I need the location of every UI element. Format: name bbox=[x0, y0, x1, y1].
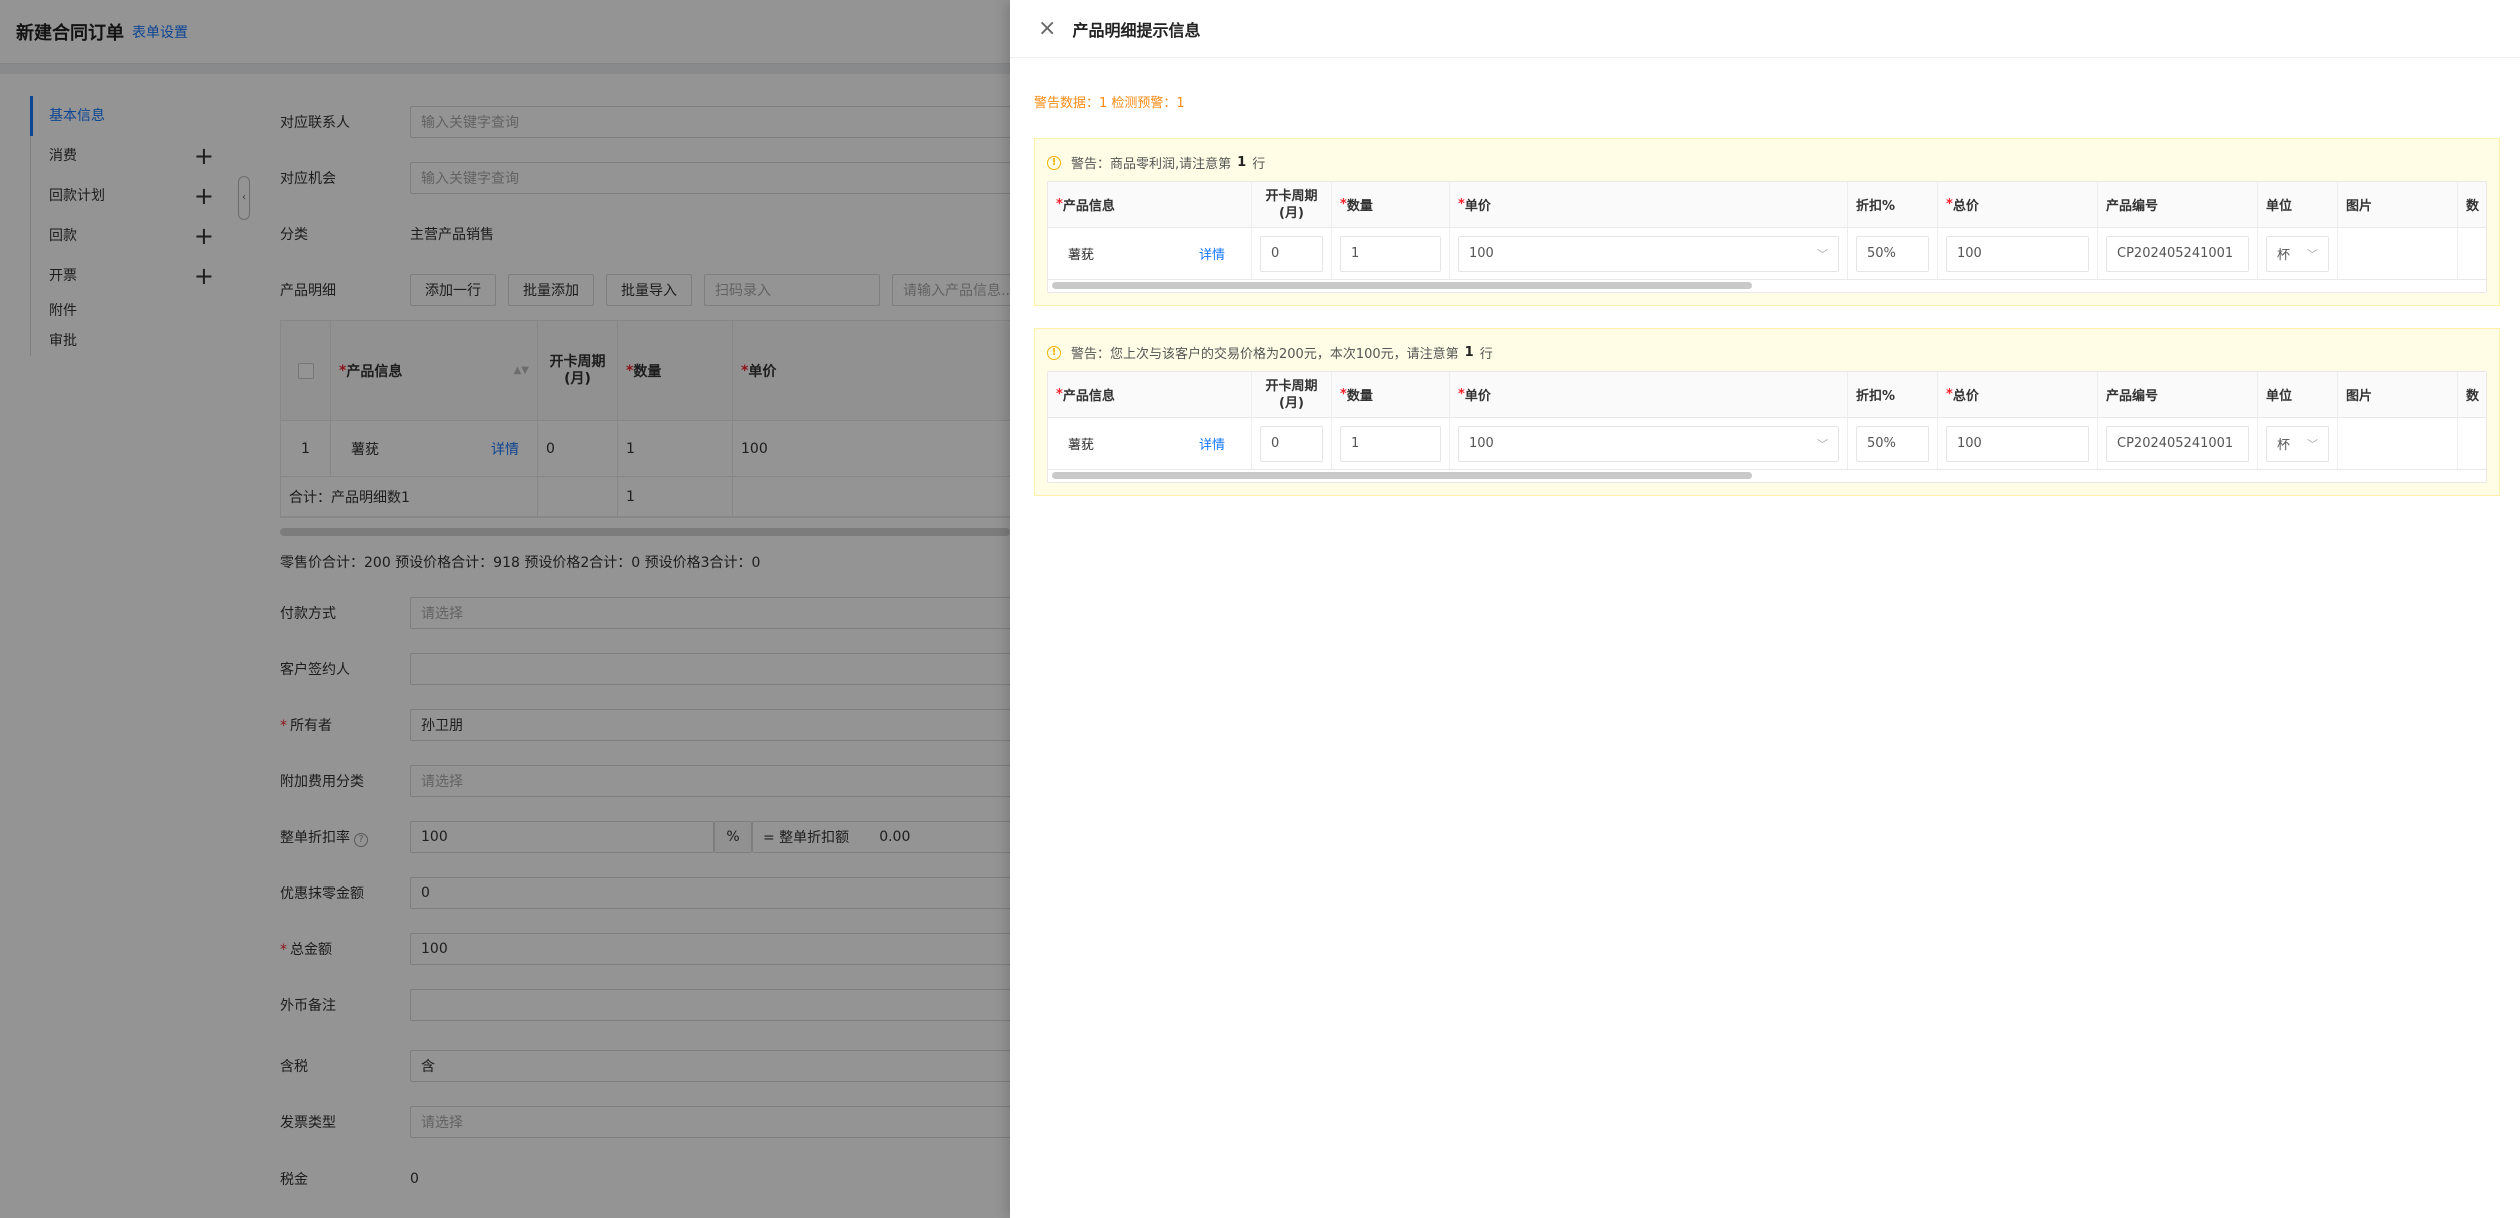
price-select[interactable]: 100 ﹀ bbox=[1458, 425, 1839, 462]
qty-input[interactable]: 1 bbox=[1340, 235, 1441, 272]
warning-message: 警告：您上次与该客户的交易价格为200元，本次100元，请注意第 bbox=[1071, 347, 1459, 362]
table-scrollbar[interactable] bbox=[1048, 470, 2486, 482]
chevron-down-icon: ﹀ bbox=[2307, 437, 2318, 451]
drawer-header: × 产品明细提示信息 bbox=[1010, 0, 2520, 58]
image-cell[interactable] bbox=[2338, 228, 2458, 279]
table-header: * 产品信息 开卡周期(月) * 数量 * 单价 折扣% * 总价 产品编号 单位 图片… bbox=[1048, 182, 2486, 228]
drawer-title: 产品明细提示信息 bbox=[1072, 20, 1201, 40]
qty-input[interactable]: 1 bbox=[1340, 425, 1441, 462]
row-detail-link[interactable]: 详情 bbox=[1199, 244, 1225, 263]
total-input[interactable]: 100 bbox=[1946, 425, 2089, 462]
modal-overlay[interactable] bbox=[0, 0, 1010, 1218]
unit-select[interactable]: 杯 ﹀ bbox=[2266, 235, 2329, 272]
discount-input[interactable]: 50% bbox=[1856, 235, 1929, 272]
warning-summary: 警告数据：1 检测预警：1 bbox=[1034, 96, 1185, 111]
cycle-input[interactable]: 0 bbox=[1260, 235, 1323, 272]
product-warning-drawer: × 产品明细提示信息 警告数据：1 检测预警：1 ! 警告：商品零利润,请注意第… bbox=[1010, 0, 2520, 1218]
product-code-input[interactable]: CP202405241001 bbox=[2106, 425, 2249, 462]
warning-table: * 产品信息 开卡周期(月) * 数量 * 单价 折扣% * 总价 产品编号 单位 图片… bbox=[1047, 371, 2487, 483]
table-header: * 产品信息 开卡周期(月) * 数量 * 单价 折扣% * 总价 产品编号 单位 图片… bbox=[1048, 372, 2486, 418]
warning-icon: ! bbox=[1047, 345, 1061, 360]
warning-table: * 产品信息 开卡周期(月) * 数量 * 单价 折扣% * 总价 产品编号 单位 图片… bbox=[1047, 181, 2487, 293]
chevron-down-icon: ﹀ bbox=[2307, 247, 2318, 261]
discount-input[interactable]: 50% bbox=[1856, 425, 1929, 462]
table-scrollbar[interactable] bbox=[1048, 280, 2486, 292]
image-cell[interactable] bbox=[2338, 418, 2458, 469]
chevron-down-icon: ﹀ bbox=[1817, 437, 1828, 451]
close-icon[interactable]: × bbox=[1038, 17, 1056, 40]
cycle-input[interactable]: 0 bbox=[1260, 425, 1323, 462]
row-detail-link[interactable]: 详情 bbox=[1199, 434, 1225, 453]
table-row: 薯莸 详情 0 1 100 ﹀ 50% 100 CP202405241001 杯 ﹀ bbox=[1048, 418, 2486, 470]
warning-icon: ! bbox=[1047, 155, 1061, 170]
table-row: 薯莸 详情 0 1 100 ﹀ 50% 100 CP202405241001 杯 ﹀ bbox=[1048, 228, 2486, 280]
price-select[interactable]: 100 ﹀ bbox=[1458, 235, 1839, 272]
warning-message: 警告：商品零利润,请注意第 bbox=[1071, 157, 1232, 172]
product-code-input[interactable]: CP202405241001 bbox=[2106, 235, 2249, 272]
warning-card-1: ! 警告：商品零利润,请注意第 1 行 * 产品信息 开卡周期(月) * 数量 * 单… bbox=[1034, 138, 2500, 306]
total-input[interactable]: 100 bbox=[1946, 235, 2089, 272]
warning-card-2: ! 警告：您上次与该客户的交易价格为200元，本次100元，请注意第 1 行 *… bbox=[1034, 328, 2500, 496]
chevron-down-icon: ﹀ bbox=[1817, 247, 1828, 261]
unit-select[interactable]: 杯 ﹀ bbox=[2266, 425, 2329, 462]
